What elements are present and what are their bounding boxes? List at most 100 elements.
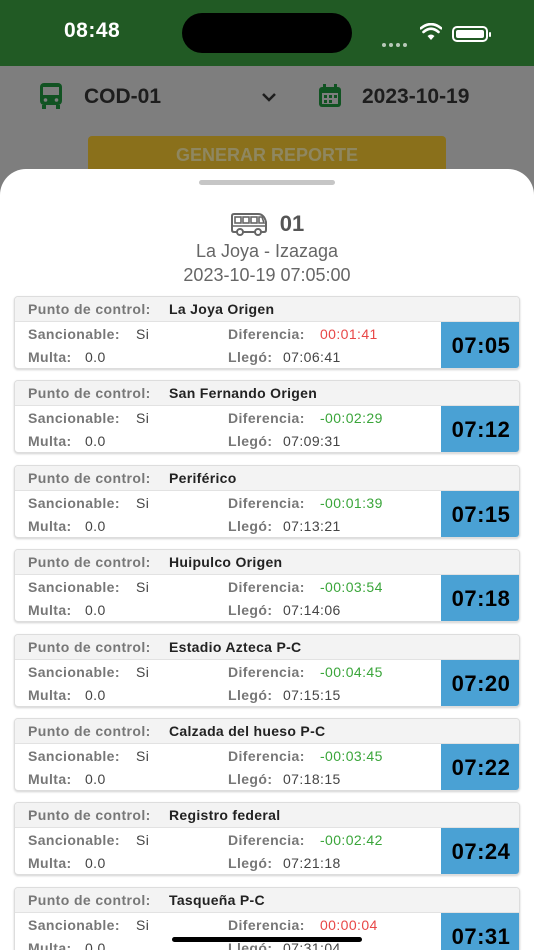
route-select[interactable]: COD-01 <box>84 85 161 109</box>
difference-label: Diferencia: <box>228 663 305 680</box>
status-icons <box>382 20 492 47</box>
checkpoint-header: Punto de control: Periférico <box>15 465 519 491</box>
sanctionable-value: Si <box>136 410 150 427</box>
bus-icon <box>40 83 62 109</box>
difference-value: 00:01:41 <box>320 326 378 342</box>
trip-detail-sheet: 01 La Joya - Izazaga 2023-10-19 07:05:00… <box>0 169 534 950</box>
sanctionable-value: Si <box>136 832 150 849</box>
sanctionable-label: Sancionable: <box>28 326 120 342</box>
sanctionable-value: Si <box>136 579 150 596</box>
checkpoint-header: Punto de control: Registro federal <box>15 803 519 829</box>
difference-label: Diferencia: <box>228 410 305 427</box>
arrived-label: Llegó: <box>228 433 273 450</box>
arrived-value: 07:21:18 <box>283 855 341 872</box>
arrived-value: 07:13:21 <box>283 517 341 534</box>
fine-value: 0.0 <box>85 517 106 534</box>
control-point-name: Huipulco Origen <box>169 554 283 571</box>
sanctionable-label: Sancionable: <box>28 748 120 764</box>
scheduled-time-badge: 07:24 <box>441 828 519 875</box>
difference-value: -00:02:42 <box>320 832 383 849</box>
difference-value: -00:04:45 <box>320 663 383 680</box>
home-indicator[interactable] <box>172 937 362 942</box>
control-point-name: Tasqueña P-C <box>169 891 265 908</box>
sanctionable-value: Si <box>136 663 150 680</box>
fine-label: Multa: <box>28 939 72 950</box>
control-point-label: Punto de control: <box>28 638 151 655</box>
trip-route: La Joya - Izazaga <box>195 241 339 261</box>
control-point-name: La Joya Origen <box>169 301 275 317</box>
difference-value: -00:01:39 <box>320 494 383 511</box>
arrived-label: Llegó: <box>228 517 273 534</box>
sanctionable-label: Sancionable: <box>28 579 120 596</box>
checkpoint-card[interactable]: Punto de control: Periférico Sancionable… <box>14 464 520 538</box>
wifi-icon <box>420 23 442 40</box>
control-point-name: Estadio Azteca P-C <box>169 638 302 655</box>
fine-label: Multa: <box>28 771 72 787</box>
fine-value: 0.0 <box>85 771 106 787</box>
arrived-label: Llegó: <box>228 686 273 703</box>
bus-icon <box>230 213 267 236</box>
difference-label: Diferencia: <box>228 579 305 596</box>
fine-value: 0.0 <box>85 686 106 703</box>
sanctionable-label: Sancionable: <box>28 663 120 680</box>
trip-number: 01 <box>279 211 305 236</box>
checkpoint-card[interactable]: Punto de control: Estadio Azteca P-C San… <box>14 633 520 707</box>
arrived-value: 07:15:15 <box>283 686 341 703</box>
checkpoint-header: Punto de control: Tasqueña P-C <box>15 887 519 913</box>
difference-label: Diferencia: <box>228 748 305 764</box>
difference-label: Diferencia: <box>228 494 305 511</box>
scheduled-time-badge: 07:22 <box>441 744 519 790</box>
sanctionable-label: Sancionable: <box>28 832 120 849</box>
arrived-label: Llegó: <box>228 855 273 872</box>
checkpoint-card[interactable]: Punto de control: Calzada del hueso P-C … <box>14 718 520 791</box>
control-point-label: Punto de control: <box>28 807 151 824</box>
trip-header: 01 La Joya - Izazaga 2023-10-19 07:05:00 <box>0 209 534 286</box>
control-point-label: Punto de control: <box>28 469 151 486</box>
fine-value: 0.0 <box>85 939 106 950</box>
fine-label: Multa: <box>28 686 72 703</box>
scheduled-time-badge: 07:18 <box>441 575 519 622</box>
checkpoint-header: Punto de control: La Joya Origen <box>15 297 519 322</box>
control-point-name: Calzada del hueso P-C <box>169 723 326 739</box>
control-point-label: Punto de control: <box>28 723 151 739</box>
difference-value: -00:03:54 <box>320 579 383 596</box>
control-point-name: San Fernando Origen <box>169 385 318 402</box>
scheduled-time-badge: 07:20 <box>441 659 519 706</box>
checkpoint-header: Punto de control: San Fernando Origen <box>15 381 519 407</box>
difference-label: Diferencia: <box>228 326 305 342</box>
arrived-value: 07:09:31 <box>283 433 341 450</box>
scheduled-time-badge: 07:15 <box>441 490 519 537</box>
difference-label: Diferencia: <box>228 916 305 933</box>
trip-datetime: 2023-10-19 07:05:00 <box>183 265 351 285</box>
checkpoint-card[interactable]: Punto de control: Huipulco Origen Sancio… <box>14 549 520 623</box>
fine-label: Multa: <box>28 433 72 450</box>
control-point-label: Punto de control: <box>28 385 151 402</box>
difference-value: -00:02:29 <box>320 410 383 427</box>
dynamic-island <box>182 13 352 53</box>
scheduled-time-badge: 07:12 <box>441 406 519 453</box>
arrived-value: 07:14:06 <box>283 602 341 619</box>
difference-value: 00:00:04 <box>320 916 378 933</box>
difference-label: Diferencia: <box>228 832 305 849</box>
checkpoint-card[interactable]: Punto de control: La Joya Origen Sancion… <box>14 296 520 369</box>
fine-value: 0.0 <box>85 349 106 365</box>
control-point-name: Registro federal <box>169 807 281 824</box>
date-field[interactable]: 2023-10-19 <box>362 85 469 109</box>
sheet-grabber[interactable] <box>199 180 335 185</box>
control-point-label: Punto de control: <box>28 891 151 908</box>
checkpoint-header: Punto de control: Calzada del hueso P-C <box>15 719 519 744</box>
control-point-name: Periférico <box>169 469 237 486</box>
scheduled-time-badge: 07:05 <box>441 322 519 368</box>
control-point-label: Punto de control: <box>28 301 151 317</box>
sanctionable-label: Sancionable: <box>28 494 120 511</box>
arrived-value: 07:06:41 <box>283 349 341 365</box>
control-point-label: Punto de control: <box>28 554 151 571</box>
status-bar: 08:48 <box>0 0 534 66</box>
status-time: 08:48 <box>64 19 121 42</box>
sanctionable-value: Si <box>136 748 150 764</box>
chevron-down-icon[interactable] <box>260 88 278 106</box>
arrived-label: Llegó: <box>228 602 273 619</box>
calendar-icon[interactable] <box>318 84 342 108</box>
checkpoint-card[interactable]: Punto de control: Registro federal Sanci… <box>14 802 520 876</box>
checkpoint-card[interactable]: Punto de control: San Fernando Origen Sa… <box>14 380 520 454</box>
